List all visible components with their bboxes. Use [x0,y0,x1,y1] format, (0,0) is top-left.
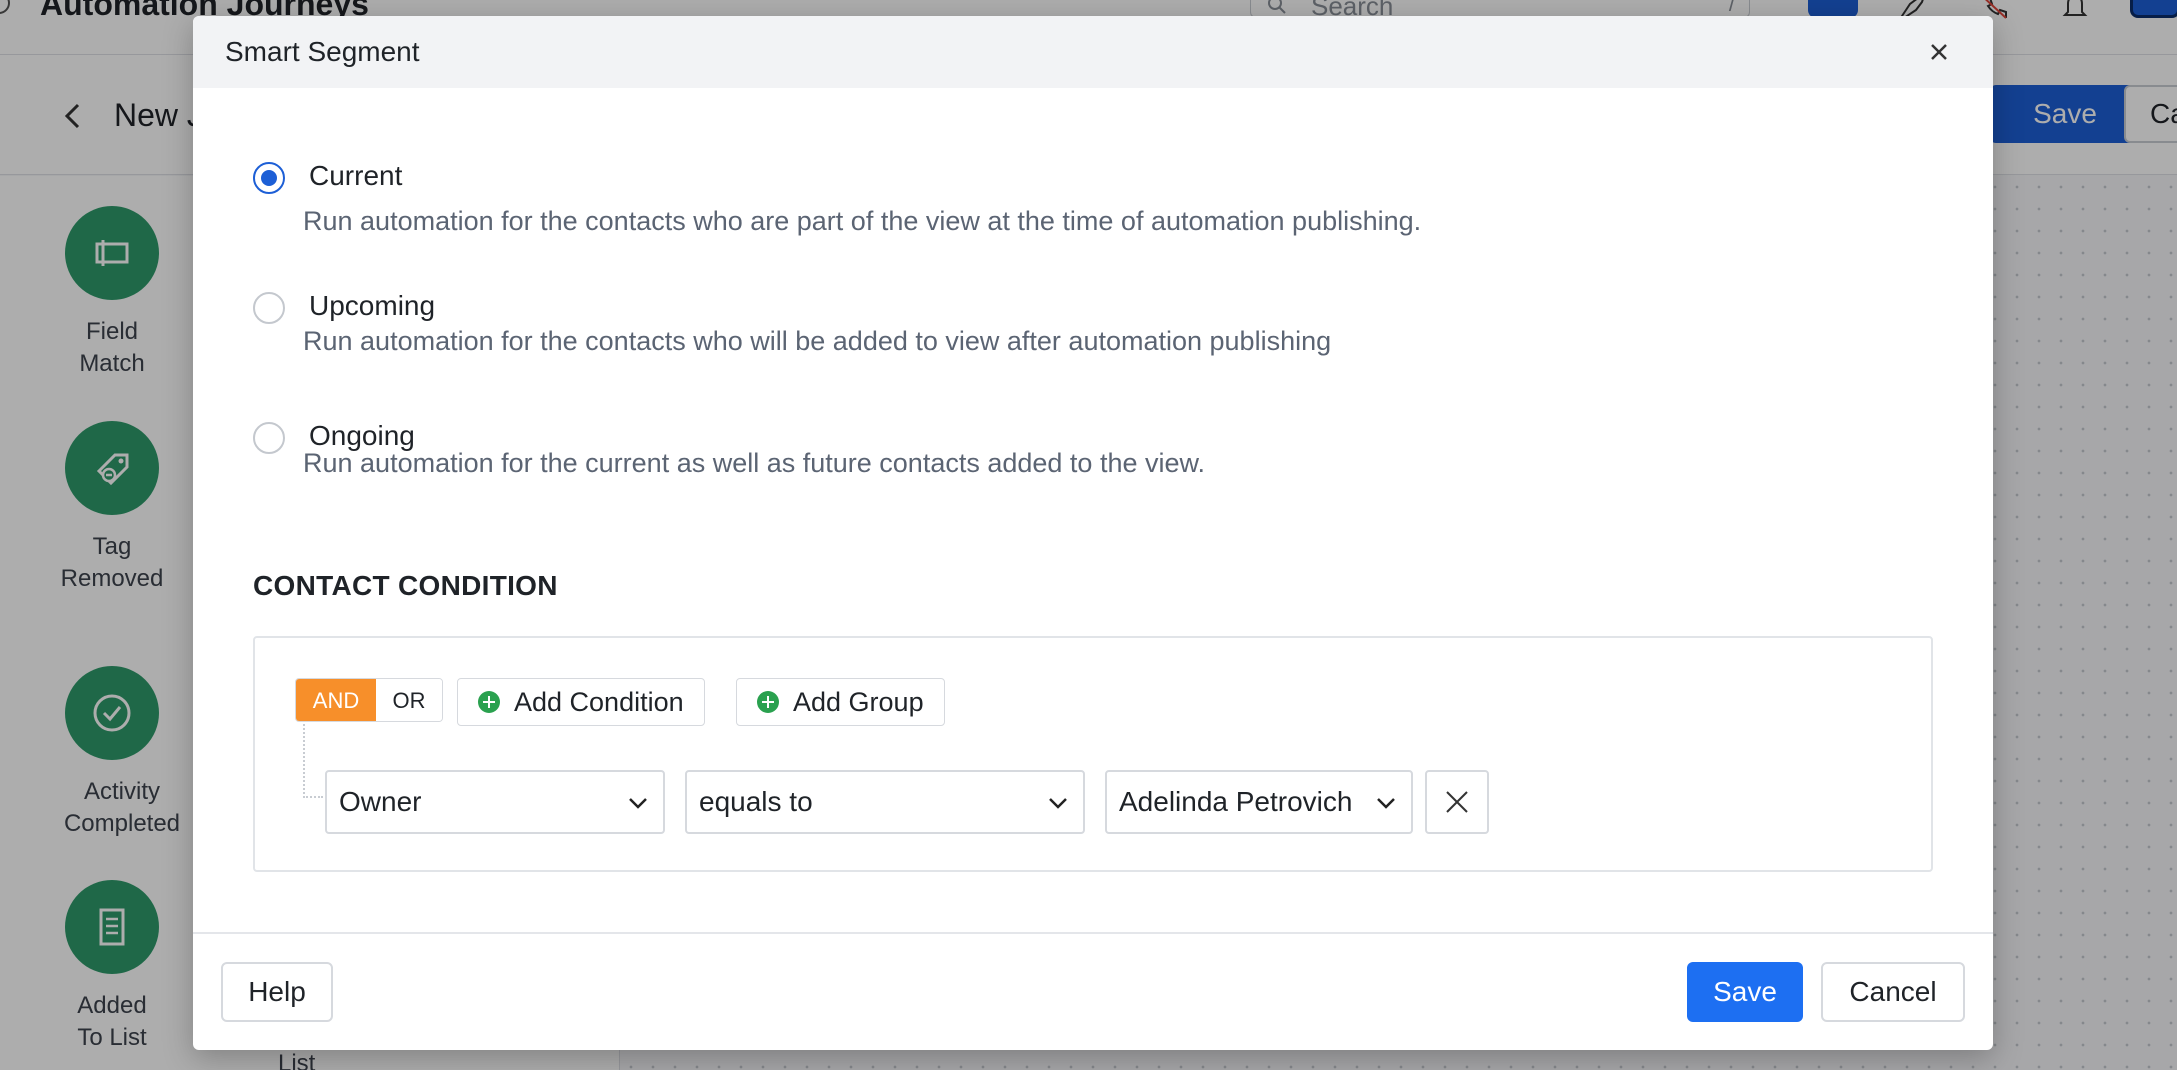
cancel-button[interactable]: Cancel [1821,962,1965,1022]
close-icon[interactable] [1927,40,1951,64]
save-button[interactable]: Save [1687,962,1803,1022]
help-button[interactable]: Help [221,962,333,1022]
smart-segment-modal: Smart Segment Current Run automation for… [193,16,1993,1050]
tree-connector [303,724,323,798]
plus-circle-icon [757,691,779,713]
add-condition-label: Add Condition [514,686,684,717]
option-description: Run automation for the contacts who will… [303,326,1332,356]
add-group-button[interactable]: Add Group [736,678,945,726]
condition-field-select[interactable]: Owner [325,770,665,834]
option-label: Current [309,160,403,191]
condition-field-value: Owner [339,786,422,817]
condition-operator-value: equals to [699,786,813,817]
radio-current[interactable] [253,162,285,194]
condition-builder: AND OR Add Condition Add Group Owner equ… [253,636,1933,872]
radio-ongoing[interactable] [253,422,285,454]
radio-upcoming[interactable] [253,292,285,324]
condition-operator-select[interactable]: equals to [685,770,1085,834]
remove-condition-button[interactable] [1425,770,1489,834]
option-description: Run automation for the contacts who are … [303,206,1422,236]
option-label: Upcoming [309,290,436,321]
or-toggle[interactable]: OR [376,679,442,721]
close-icon [1446,791,1468,813]
chevron-down-icon [629,798,647,809]
condition-value-select[interactable]: Adelinda Petrovich [1105,770,1413,834]
chevron-down-icon [1377,798,1395,809]
and-toggle[interactable]: AND [296,679,376,721]
plus-circle-icon [478,691,500,713]
modal-divider [193,932,1993,934]
add-group-label: Add Group [793,686,924,717]
section-title: CONTACT CONDITION [253,570,558,601]
condition-value: Adelinda Petrovich [1119,786,1353,817]
modal-title: Smart Segment [225,36,420,67]
add-condition-button[interactable]: Add Condition [457,678,705,726]
option-description: Run automation for the current as well a… [303,448,1206,478]
chevron-down-icon [1049,798,1067,809]
logic-toggle: AND OR [295,678,443,722]
modal-header: Smart Segment [193,16,1993,88]
